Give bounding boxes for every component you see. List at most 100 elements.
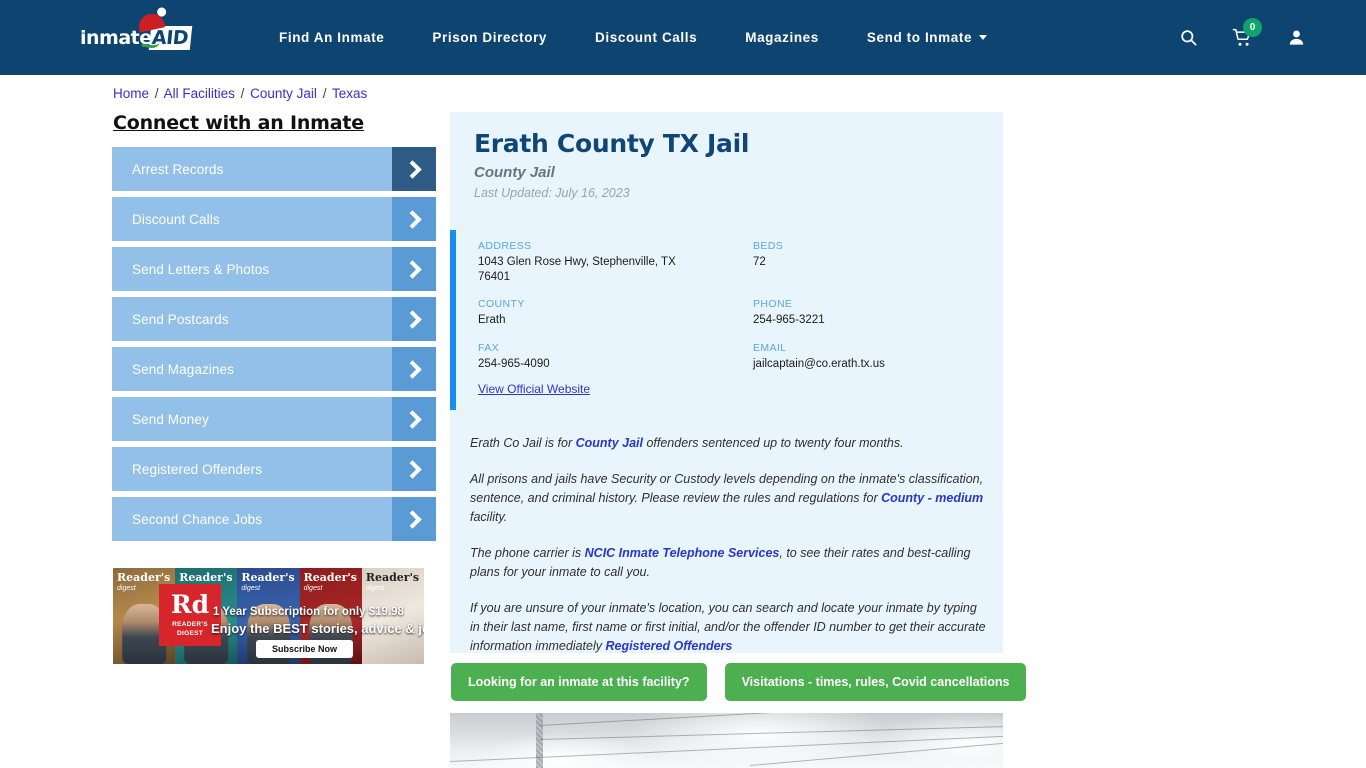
accent-bar xyxy=(450,230,456,410)
info-field-phone: PHONE 254-965-3221 xyxy=(753,298,998,328)
ad-cover-title: Reader's xyxy=(303,571,357,584)
inmate-search-button[interactable]: Looking for an inmate at this facility? xyxy=(451,663,707,701)
ad-cover-title: Reader's xyxy=(117,571,171,584)
breadcrumb-item-home[interactable]: Home xyxy=(113,86,149,101)
nav-item-prison-directory[interactable]: Prison Directory xyxy=(408,30,571,45)
chevron-right-icon xyxy=(392,497,436,541)
chevron-right-icon xyxy=(392,197,436,241)
info-value: 1043 Glen Rose Hwy, Stephenville, TX 764… xyxy=(478,256,676,283)
facility-type: County Jail xyxy=(474,164,555,181)
ad-headline: 1 Year Subscription for only $19.98 xyxy=(213,606,404,618)
info-field-beds: BEDS 72 xyxy=(753,240,998,284)
sidebar-item-send-magazines[interactable]: Send Magazines xyxy=(112,347,436,391)
desc-link-county-jail[interactable]: County Jail xyxy=(576,436,643,450)
nav-item-find-an-inmate[interactable]: Find An Inmate xyxy=(255,30,408,45)
breadcrumb-item-county-jail[interactable]: County Jail xyxy=(250,86,317,101)
advertisement-banner[interactable]: Reader's digest Reader's digest Reader's… xyxy=(113,568,424,664)
search-icon[interactable] xyxy=(1179,28,1198,47)
sidebar-item-arrest-records[interactable]: Arrest Records xyxy=(112,147,436,191)
description-paragraph-2: All prisons and jails have Security or C… xyxy=(470,470,990,527)
sidebar-item-send-money[interactable]: Send Money xyxy=(112,397,436,441)
cloud-shape xyxy=(630,713,890,768)
info-value: jailcaptain@co.erath.tx.us xyxy=(753,358,885,371)
sidebar-item-send-letters-photos[interactable]: Send Letters & Photos xyxy=(112,247,436,291)
nav-label: Magazines xyxy=(745,30,819,45)
site-header: inmate AID Find An Inmate Prison Directo… xyxy=(0,0,1366,75)
info-field-fax: FAX 254-965-4090 xyxy=(478,342,753,372)
transmission-tower xyxy=(536,713,543,768)
nav-label: Prison Directory xyxy=(432,30,548,45)
facility-description: Erath Co Jail is for County Jail offende… xyxy=(470,434,990,673)
sidebar-item-registered-offenders[interactable]: Registered Offenders xyxy=(112,447,436,491)
header-icon-group: 0 xyxy=(1179,0,1306,75)
desc-link-registered-offenders[interactable]: Registered Offenders xyxy=(605,639,732,653)
ad-cover-sub: digest xyxy=(365,585,385,592)
info-label: PHONE xyxy=(753,298,793,311)
sidebar-item-discount-calls[interactable]: Discount Calls xyxy=(112,197,436,241)
sidebar-item-label: Send Money xyxy=(132,411,209,427)
info-label: COUNTY xyxy=(478,298,525,311)
cart-count-badge: 0 xyxy=(1243,17,1262,37)
page-title: Erath County TX Jail xyxy=(474,129,750,158)
cart-icon[interactable]: 0 xyxy=(1232,17,1262,48)
info-label: ADDRESS xyxy=(478,240,532,252)
chevron-right-icon xyxy=(392,397,436,441)
info-value: Erath xyxy=(478,314,506,327)
breadcrumb-item-texas[interactable]: Texas xyxy=(332,86,367,101)
ad-brand-logo: Rd READER'S DIGEST xyxy=(159,584,221,646)
ad-cover-title: Reader's xyxy=(241,571,295,584)
facility-info-block: ADDRESS 1043 Glen Rose Hwy, Stephenville… xyxy=(450,222,1003,417)
nav-item-magazines[interactable]: Magazines xyxy=(721,30,843,45)
desc-text: The phone carrier is xyxy=(470,546,585,560)
sidebar-item-second-chance-jobs[interactable]: Second Chance Jobs xyxy=(112,497,436,541)
facility-header: Erath County TX Jail County Jail Last Up… xyxy=(450,112,1003,200)
desc-text: offenders sentenced up to twenty four mo… xyxy=(642,436,904,450)
site-logo[interactable]: inmate AID xyxy=(80,11,192,54)
ad-subheadline: Enjoy the BEST stories, advice & jokes! xyxy=(211,621,424,636)
sidebar-item-label: Arrest Records xyxy=(132,161,224,177)
info-label: BEDS xyxy=(753,240,784,252)
info-field-county: COUNTY Erath xyxy=(478,298,753,328)
sidebar-item-send-postcards[interactable]: Send Postcards xyxy=(112,297,436,341)
nav-item-discount-calls[interactable]: Discount Calls xyxy=(571,30,721,45)
sidebar-item-label: Send Letters & Photos xyxy=(132,261,270,277)
facility-info-grid: ADDRESS 1043 Glen Rose Hwy, Stephenville… xyxy=(478,240,998,372)
last-updated-text: Last Updated: July 16, 2023 xyxy=(474,186,630,200)
ad-cover-sub: digest xyxy=(241,585,261,592)
info-label: FAX xyxy=(478,342,500,355)
nav-label: Discount Calls xyxy=(595,30,698,45)
description-paragraph-4: If you are unsure of your inmate's locat… xyxy=(470,599,990,656)
info-field-email: EMAIL jailcaptain@co.erath.tx.us xyxy=(753,342,998,372)
action-button-row: Looking for an inmate at this facility? … xyxy=(451,663,1027,701)
sidebar-item-label: Registered Offenders xyxy=(132,461,263,477)
visitations-button[interactable]: Visitations - times, rules, Covid cancel… xyxy=(724,663,1027,701)
chevron-down-icon xyxy=(979,35,988,40)
info-label: EMAIL xyxy=(753,342,787,355)
sidebar-heading: Connect with an Inmate xyxy=(113,112,364,134)
desc-link-county-medium[interactable]: County - medium xyxy=(881,491,983,505)
desc-text: facility. xyxy=(470,510,508,524)
description-paragraph-1: Erath Co Jail is for County Jail offende… xyxy=(470,434,990,453)
nav-label: Send to Inmate xyxy=(866,30,973,45)
info-value: 254-965-3221 xyxy=(753,314,825,327)
chevron-right-icon xyxy=(392,447,436,491)
ad-cover-title: Reader's xyxy=(179,571,233,584)
desc-text: Erath Co Jail is for xyxy=(470,436,576,450)
desc-link-ncic[interactable]: NCIC Inmate Telephone Services xyxy=(585,546,780,560)
sidebar: Connect with an Inmate Arrest Records Di… xyxy=(112,112,436,547)
description-paragraph-3: The phone carrier is NCIC Inmate Telepho… xyxy=(470,544,990,582)
facility-panel: Erath County TX Jail County Jail Last Up… xyxy=(450,112,1003,653)
ad-subscribe-button[interactable]: Subscribe Now xyxy=(256,640,354,658)
view-official-website-link[interactable]: View Official Website xyxy=(478,382,590,396)
nav-item-send-to-inmate[interactable]: Send to Inmate xyxy=(843,30,1011,45)
chevron-right-icon xyxy=(392,297,436,341)
info-field-address: ADDRESS 1043 Glen Rose Hwy, Stephenville… xyxy=(478,240,753,284)
facility-photo xyxy=(450,713,1003,768)
user-icon[interactable] xyxy=(1287,28,1306,47)
info-value: 254-965-4090 xyxy=(478,358,550,371)
breadcrumb-item-all-facilities[interactable]: All Facilities xyxy=(164,86,235,101)
ad-cover-title: Reader's xyxy=(365,571,420,584)
chevron-right-icon xyxy=(392,347,436,391)
breadcrumb-separator: / xyxy=(240,86,245,101)
ad-brand-mark: Rd xyxy=(170,590,210,620)
